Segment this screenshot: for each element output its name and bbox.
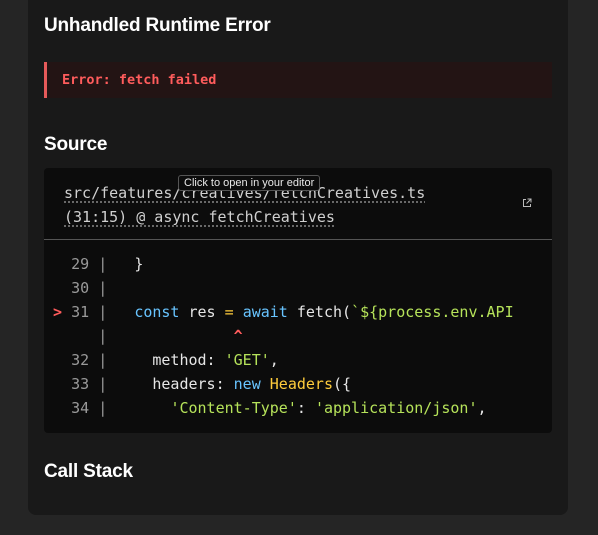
error-title: Unhandled Runtime Error: [44, 15, 271, 36]
error-dialog: Unhandled Runtime Error Error: fetch fai…: [28, 0, 568, 515]
code-line-31: > 31 | const res = await fetch(`${proces…: [53, 303, 514, 321]
code-line-29: 29 | }: [71, 255, 144, 273]
code-line-caret: | ^: [98, 327, 243, 345]
external-link-icon[interactable]: [522, 198, 532, 208]
code-line-34: 34 | 'Content-Type': 'application/json',: [71, 399, 487, 417]
source-heading: Source: [44, 134, 108, 155]
error-line-marker: >: [53, 303, 63, 321]
source-file-location[interactable]: (31:15) @ async fetchCreatives: [64, 208, 335, 226]
code-line-33: 33 | headers: new Headers({: [71, 375, 352, 393]
error-message: Error: fetch failed: [62, 72, 217, 88]
error-caret: ^: [233, 327, 243, 345]
call-stack-heading: Call Stack: [44, 461, 133, 482]
error-message-box: Error: fetch failed: [44, 62, 552, 98]
code-frame: src/features/creatives/fetchCreatives.ts…: [44, 168, 552, 433]
code-line-32: 32 | method: 'GET',: [71, 351, 279, 369]
code-line-30: 30 |: [71, 279, 108, 297]
editor-tooltip: Click to open in your editor: [178, 175, 321, 191]
